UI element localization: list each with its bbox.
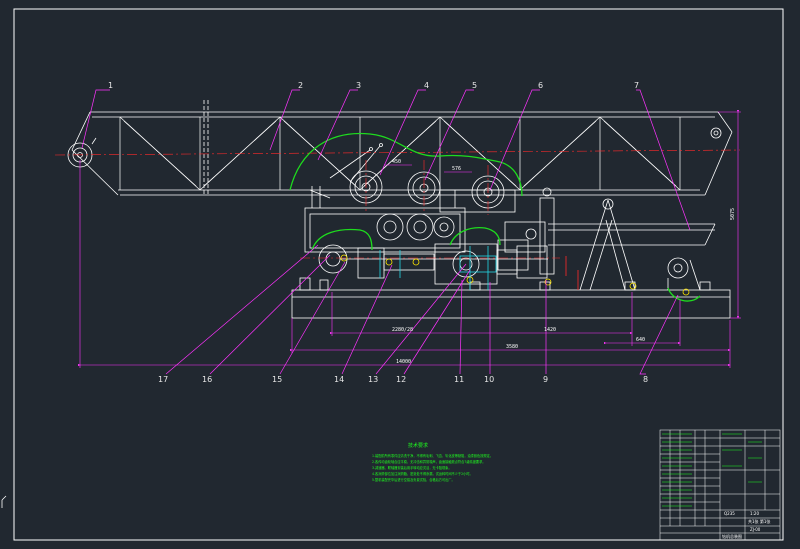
part-label-12: 12 [396,375,406,384]
rear-hinge [667,257,701,291]
derrick-truss [71,100,733,196]
part-label-13: 13 [368,375,378,384]
part-label-10: 10 [484,375,494,384]
a-frame-support [548,198,716,291]
machine-structure [67,100,733,319]
dim-base-length: 3580 [506,344,518,350]
tech-req-title: 技术要求 [408,442,428,449]
technical-requirements: 技术要求 1.装配前所有零件应清洗干净，不得有毛刺、飞边、氧化皮等缺陷，油漆颜色… [372,442,493,482]
title-block-scale: 1:20 [750,511,759,516]
guard-covers [289,132,701,302]
dim-span-a: 2280/28 [392,327,413,333]
crown-sheave [67,137,97,168]
leader-lines [81,89,691,375]
dim-offset: 640 [636,337,645,343]
dim-height: 5075 [730,208,736,220]
upper-drums [349,170,505,209]
title-block-drawing-name: 钻机总装图 [722,533,742,539]
part-label-3: 3 [356,81,361,90]
part-label-1: 1 [108,81,113,90]
part-label-8: 8 [643,375,648,384]
middle-gears [376,213,455,241]
part-label-4: 4 [424,81,429,90]
drawing-canvas: 14000 3580 2280/28 1420 640 5075 450 576… [1,8,784,541]
dim-total-length: 14000 [396,359,411,365]
part-label-7: 7 [634,81,639,90]
part-label-17: 17 [158,375,168,384]
part-label-6: 6 [538,81,543,90]
tech-req-line-4: 4.各润滑部位加注润滑脂，密封处不得渗漏，试运转时间不少于2小时。 [372,471,473,476]
dim-span-b: 1420 [544,327,556,333]
title-block-drawing-no: ZJ-00 [750,527,761,532]
title-block-sheet: 共1张 第1张 [748,518,770,524]
centerlines [54,149,741,259]
part-label-11: 11 [454,375,464,384]
component-details [340,246,690,296]
part-label-14: 14 [334,375,344,384]
ucs-icon [1,495,7,508]
part-label-15: 15 [272,375,282,384]
derrick-end-pin [710,127,722,139]
part-label-2: 2 [298,81,303,90]
tech-req-line-2: 2.各传动齿轮啮合应平稳，无冲击和异常噪声，齿面接触斑点符合7级精度要求。 [372,459,485,464]
tech-req-line-1: 1.装配前所有零件应清洗干净，不得有毛刺、飞边、氧化皮等缺陷，油漆颜色按规定。 [372,453,493,458]
dim-gear-a: 450 [392,159,401,165]
title-block-material: Q235 [724,511,735,516]
base-skid [291,277,731,319]
part-label-9: 9 [543,375,548,384]
tech-req-line-3: 3.减速器、联轴器安装后用手转动应灵活，无卡阻现象。 [372,465,452,470]
dim-gear-b: 576 [452,166,461,172]
part-label-5: 5 [472,81,477,90]
tech-req-line-5: 5.整机装配完毕后进行空载及负载试验，合格后方可出厂。 [372,477,455,482]
part-label-16: 16 [202,375,212,384]
